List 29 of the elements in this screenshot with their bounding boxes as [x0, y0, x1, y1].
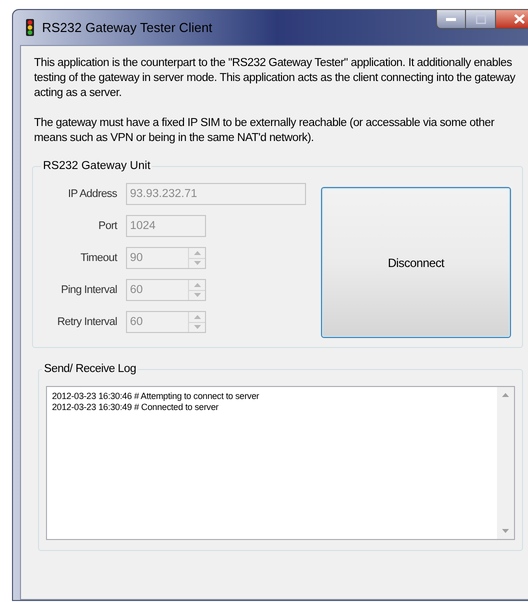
window-title: RS232 Gateway Tester Client	[42, 18, 212, 37]
traffic-light-icon	[26, 19, 34, 36]
scrollbar[interactable]	[497, 387, 514, 539]
log-text-area[interactable]: 2012-03-23 16:30:46 # Attempting to connect to server 2012-03-23 16:30:49 # Connected to server	[46, 386, 515, 540]
up-arrow-icon	[194, 314, 200, 319]
field-label: IP Address	[67, 186, 117, 202]
description-text: This application is the counterpart to the "RS232 Gateway Tester" application. It additionally enables testing of the gateway in server mode. This application acts as the client connecting into the gateway acting as a server.	[34, 56, 516, 101]
log-line: 2012-03-23 16:30:49 # Connected to server	[52, 402, 220, 413]
down-arrow-icon	[194, 293, 200, 298]
field-label: Port	[97, 218, 117, 234]
field-label: Timeout	[79, 250, 117, 266]
close-icon	[514, 14, 525, 24]
maximize-button[interactable]	[466, 9, 496, 29]
maximize-icon	[476, 14, 486, 24]
minimize-button[interactable]	[436, 9, 466, 29]
description-text: The gateway must have a fixed IP SIM to be externally reachable (or accessable via some other means such as VPN or being in the same NAT'd network).	[34, 116, 496, 146]
field-label: Ping Interval	[60, 282, 117, 298]
disconnect-button[interactable]: Disconnect	[321, 187, 511, 338]
up-arrow-icon	[194, 282, 200, 287]
down-arrow-icon	[194, 325, 200, 330]
group-title: Send/ Receive Log	[42, 361, 138, 377]
log-line: 2012-03-23 16:30:46 # Attempting to connect to server	[52, 391, 260, 402]
minimize-icon	[446, 18, 456, 20]
field-label: Retry Interval	[56, 314, 117, 330]
down-arrow-icon	[194, 261, 200, 266]
up-arrow-icon	[194, 250, 200, 255]
group-title: RS232 Gateway Unit	[41, 158, 152, 174]
scroll-up-icon	[502, 393, 509, 397]
scroll-down-icon	[502, 529, 509, 533]
